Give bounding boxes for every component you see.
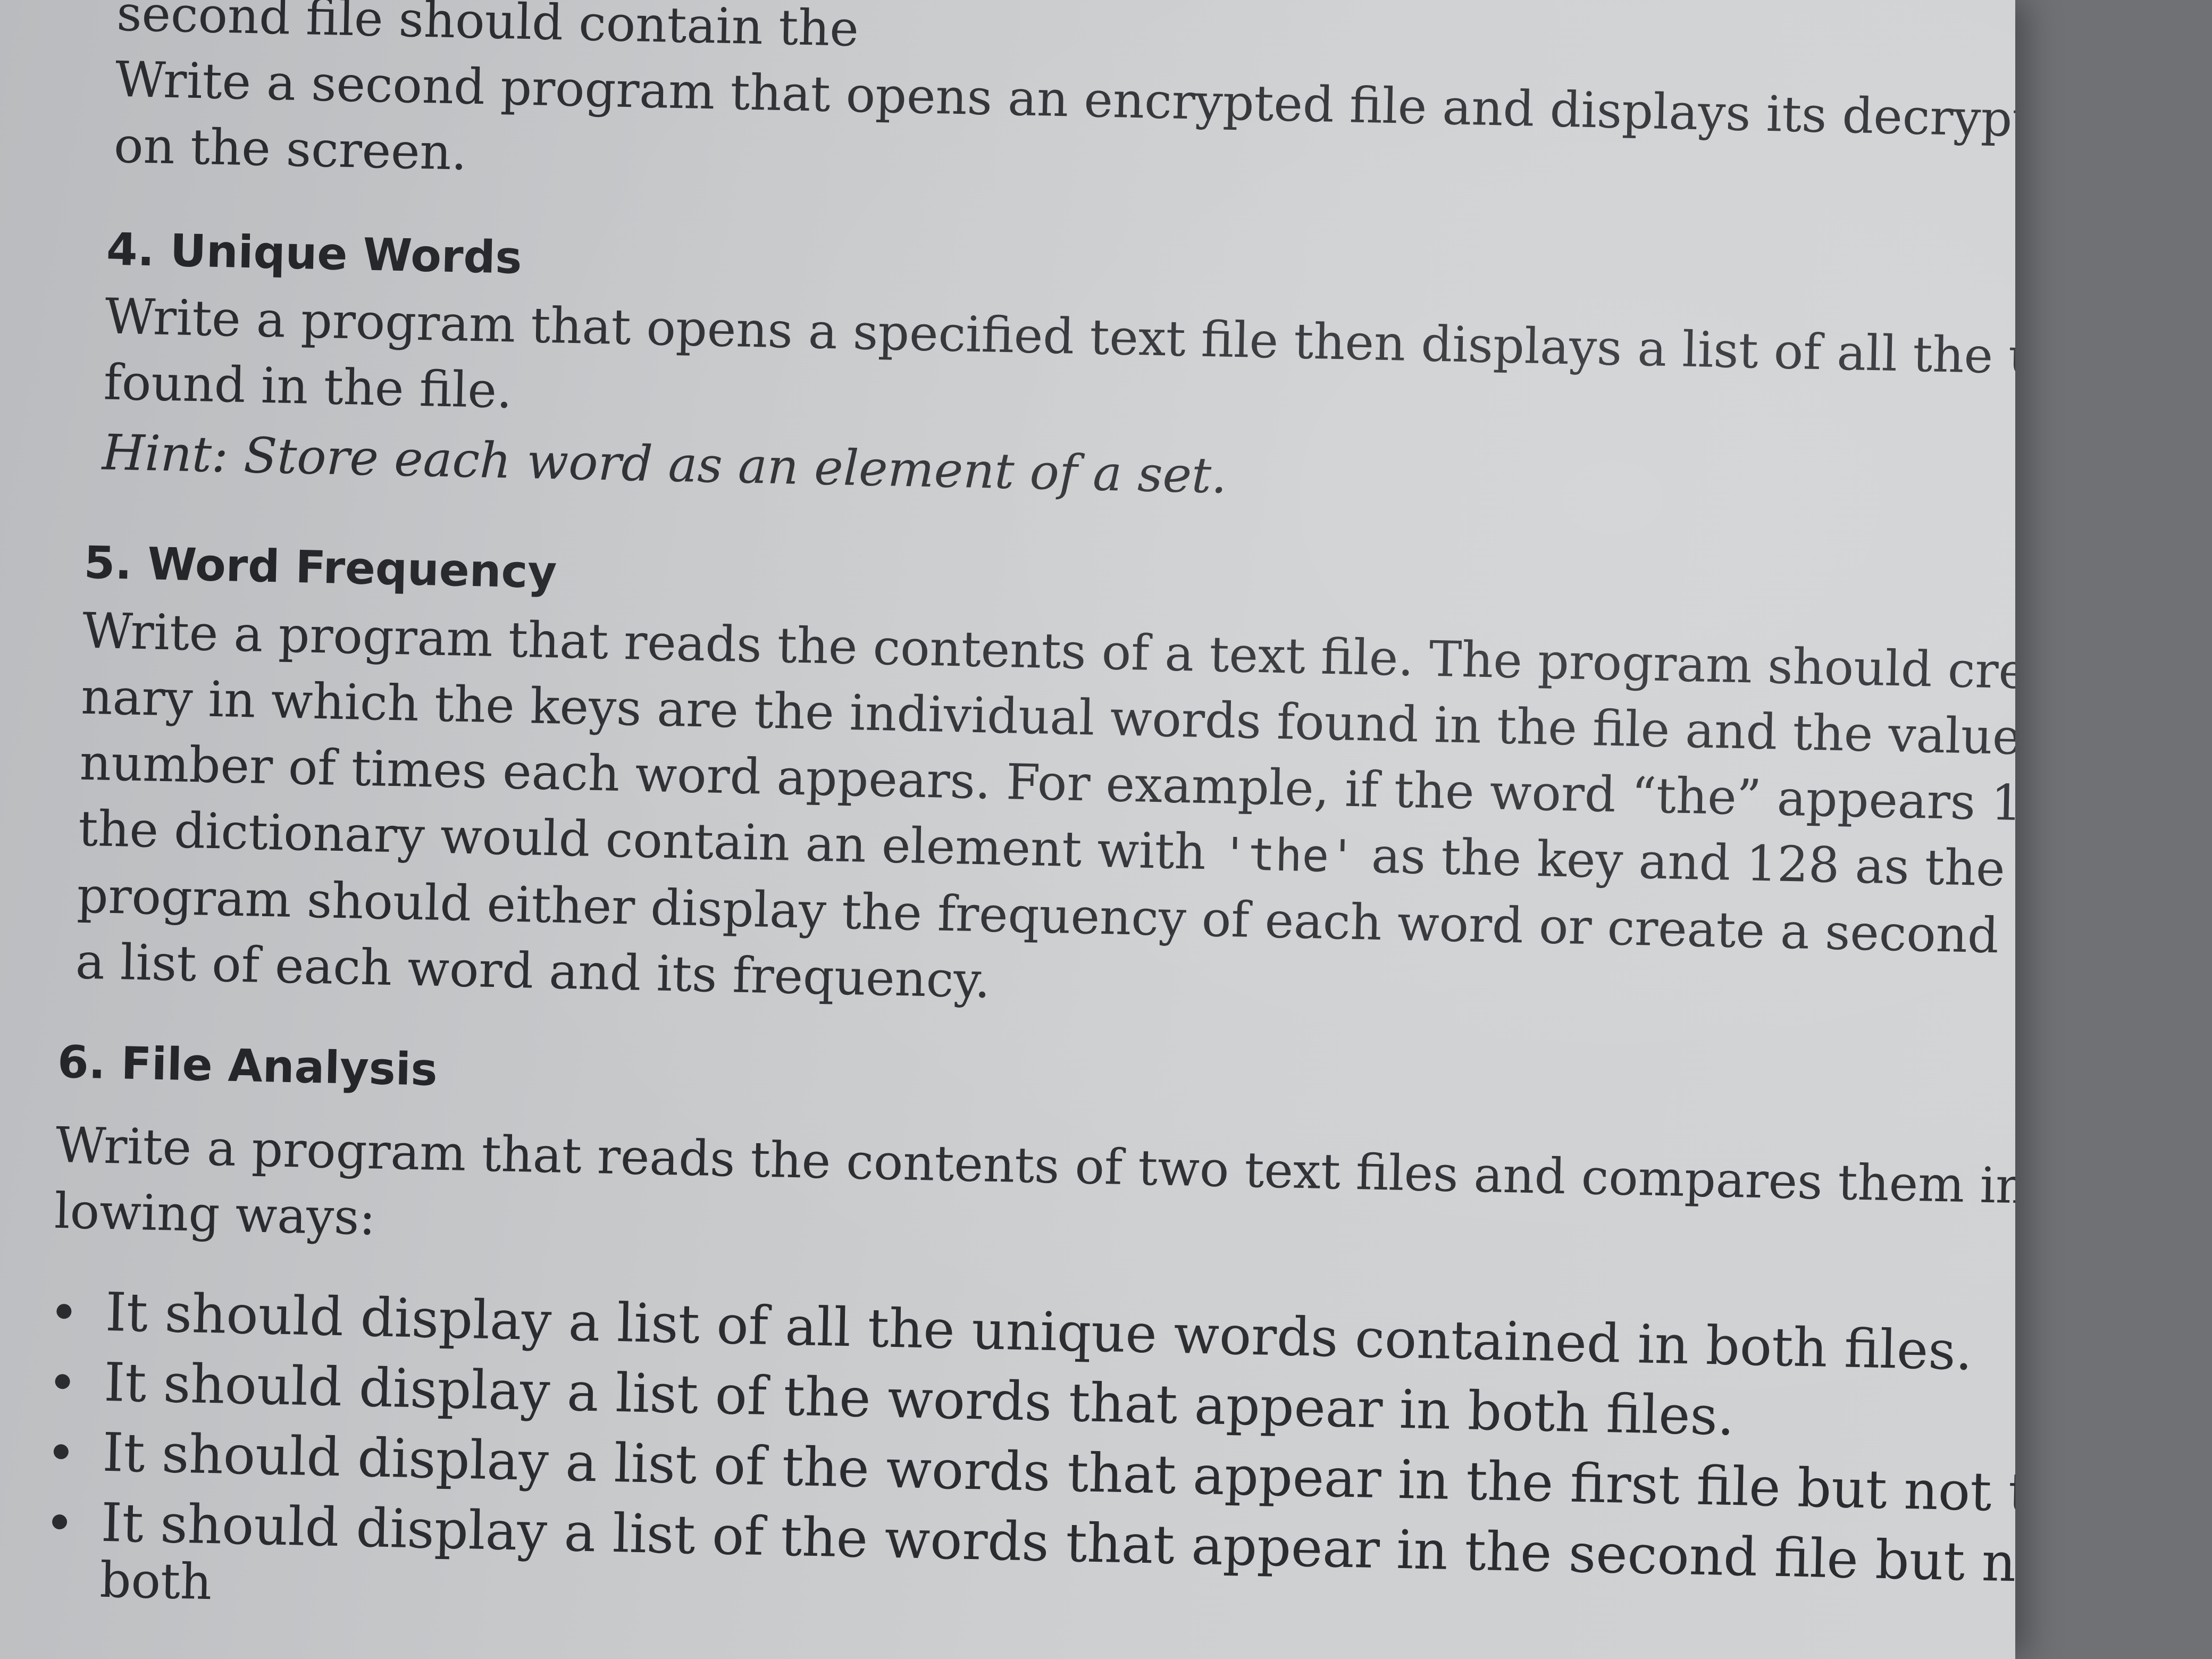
bullet-list: It should display a list of all the uniq…	[47, 1276, 2015, 1604]
code-snippet: 'the'	[1220, 827, 1356, 883]
bullet-icon	[55, 1373, 70, 1389]
section-word-frequency: 5. Word Frequency Write a program that r…	[75, 533, 2015, 1043]
bullet-icon	[56, 1303, 72, 1319]
section-unique-words: 4. Unique Words Write a program that ope…	[102, 220, 2015, 532]
bullet-icon	[53, 1444, 69, 1460]
page-content: second file should contain the Write a s…	[21, 0, 2015, 1611]
book-page: second file should contain the Write a s…	[0, 0, 2015, 1659]
bullet-icon	[52, 1514, 68, 1530]
top-fragment: second file should contain the Write a s…	[113, 0, 2015, 225]
section-file-analysis: 6. File Analysis Write a program that re…	[46, 1033, 2015, 1659]
